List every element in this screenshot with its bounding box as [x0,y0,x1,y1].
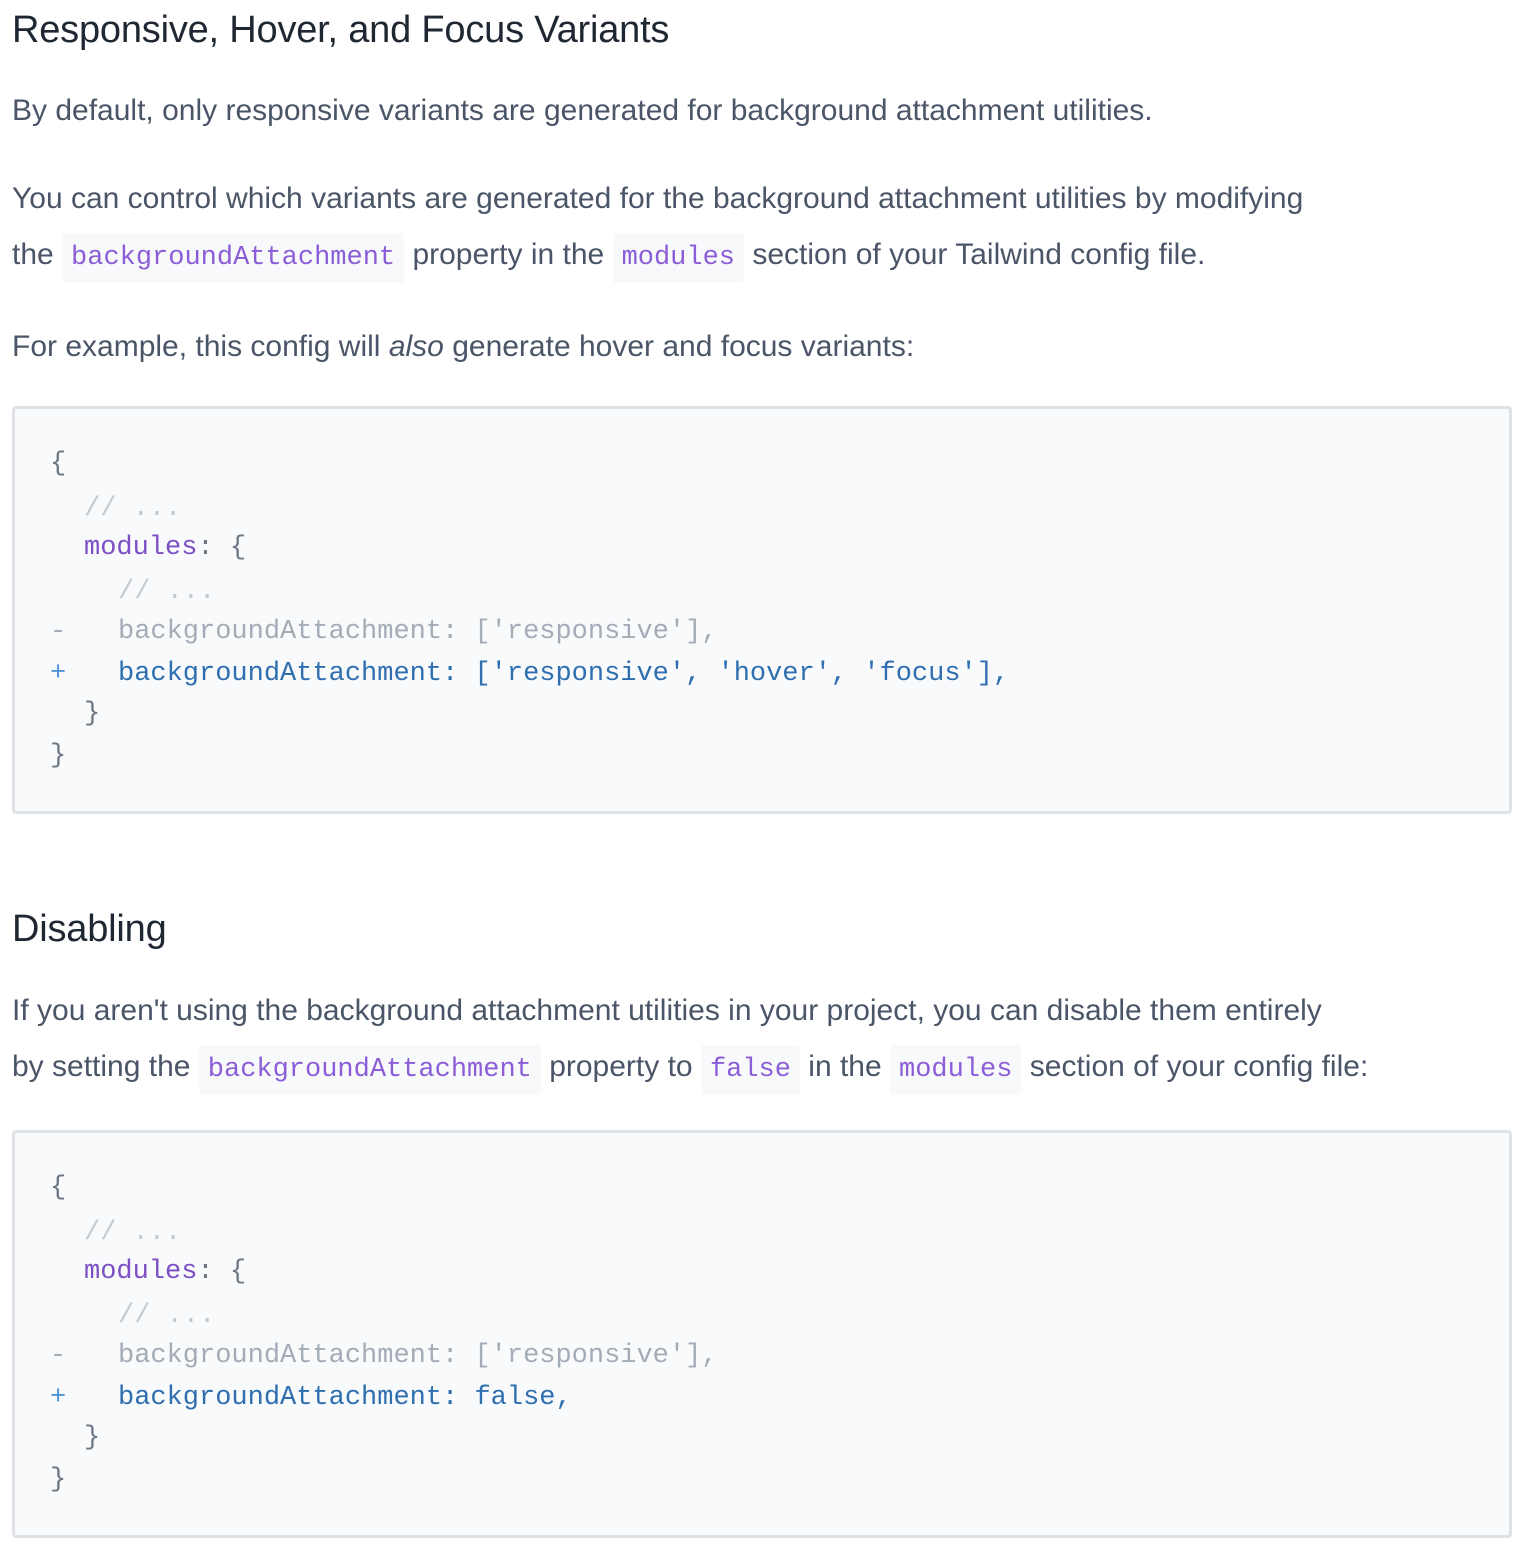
code-line: modules: { [84,533,247,563]
section-title-variants: Responsive, Hover, and Focus Variants [12,9,670,51]
paragraph-text: For example, this config will [12,330,389,363]
inline-code-false: false [700,1045,800,1095]
inline-code-background-attachment: backgroundAttachment [62,233,405,283]
inline-code-modules: modules [890,1045,1022,1095]
diff-added-line: backgroundAttachment: ['responsive', 'ho… [118,659,1010,689]
paragraph-text: If you aren't using the background attac… [12,994,1322,1027]
inline-code-background-attachment: backgroundAttachment [198,1045,541,1095]
diff-removed-line: backgroundAttachment: ['responsive'], [118,1341,718,1371]
paragraph-default-variants: By default, only responsive variants are… [12,94,1153,127]
paragraph-text: by setting the [12,1050,199,1083]
code-line: modules: { [84,1257,247,1287]
emphasis-text: also [388,330,444,363]
paragraph-text: in the [799,1050,891,1083]
paragraph-text: generate hover and focus variants: [443,330,915,363]
paragraph-control-variants: You can control which variants are gener… [12,171,1527,286]
paragraph-text: You can control which variants are gener… [12,182,1304,215]
code-line: } [50,741,67,771]
code-comment: // ... [84,1218,182,1248]
paragraph-text: property in the [404,238,613,271]
paragraph-example: For example, this config will also gener… [12,319,1527,375]
code-line: } [84,1423,101,1453]
code-block-variants: { // ... modules: { // ... - backgroundA… [12,406,1512,814]
diff-removed-line: backgroundAttachment: ['responsive'], [118,617,718,647]
code-comment: // ... [118,1301,216,1331]
diff-removed-marker: - [50,1341,67,1371]
docs-page: Responsive, Hover, and Focus Variants By… [0,0,1534,1552]
code-line: { [50,449,67,479]
paragraph-text: section of your config file: [1021,1050,1369,1083]
code-line: } [50,1465,67,1495]
paragraph-text: property to [540,1050,701,1083]
paragraph-disabling: If you aren't using the background attac… [12,983,1527,1098]
code-line: { [50,1173,67,1203]
diff-added-marker: + [50,1383,67,1413]
section-title-disabling: Disabling [12,908,167,950]
inline-code-modules: modules [612,233,744,283]
diff-removed-marker: - [50,617,67,647]
diff-added-line: backgroundAttachment: false, [118,1383,572,1413]
code-line: } [84,699,101,729]
diff-added-marker: + [50,659,67,689]
code-comment: // ... [118,577,216,607]
paragraph-text: section of your Tailwind config file. [743,238,1206,271]
code-comment: // ... [84,494,182,524]
code-block-disabling: { // ... modules: { // ... - backgroundA… [12,1130,1512,1538]
paragraph-text: the [12,238,63,271]
